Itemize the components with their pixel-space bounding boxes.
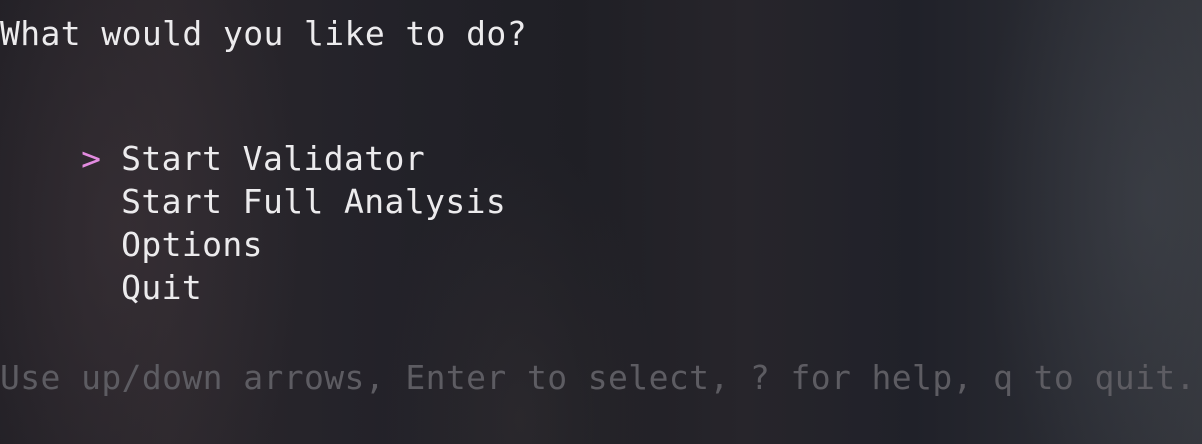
menu-item-label: Quit xyxy=(121,268,203,307)
menu-item-quit[interactable]: Quit xyxy=(0,228,202,348)
keyboard-help-hint: Use up/down arrows, Enter to select, ? f… xyxy=(0,358,1196,397)
terminal-window: What would you like to do? > Start Valida… xyxy=(0,0,1202,444)
prompt-question: What would you like to do? xyxy=(0,14,527,53)
